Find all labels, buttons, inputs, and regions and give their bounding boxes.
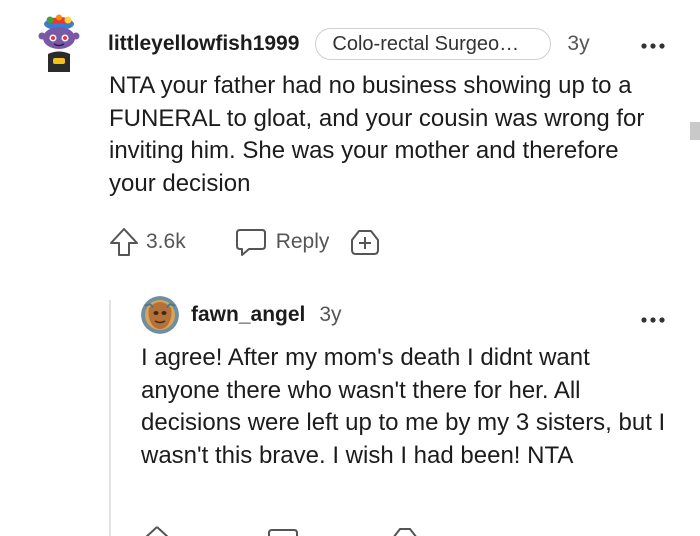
user-flair: Colo-rectal Surgeo… <box>315 28 552 60</box>
reply-timestamp[interactable]: 3y <box>319 303 341 327</box>
comment-author[interactable]: littleyellowfish1999 <box>108 32 299 56</box>
reply-header: fawn_angel 3y <box>191 298 342 332</box>
comment-header: littleyellowfish1999 Colo-rectal Surgeo…… <box>108 26 590 62</box>
comment-timestamp[interactable]: 3y <box>567 32 589 56</box>
ellipsis-icon <box>641 43 665 49</box>
comment-bubble-icon[interactable] <box>266 524 300 536</box>
snoo-avatar-icon <box>38 14 80 72</box>
comment-bubble-icon <box>235 229 266 256</box>
scrollbar-thumb[interactable] <box>690 122 700 140</box>
comment-actions: 3.6k Reply <box>108 224 381 260</box>
reply-author[interactable]: fawn_angel <box>191 303 305 327</box>
award-plus-icon[interactable] <box>390 524 420 536</box>
award-plus-icon <box>351 230 380 255</box>
reply-actions <box>140 524 420 536</box>
comment-body: NTA your father had no business showing … <box>109 72 645 197</box>
reply-body: I agree! After my mom's death I didnt wa… <box>141 344 666 469</box>
reply-more-button[interactable] <box>640 308 666 328</box>
upvote-arrow-icon[interactable] <box>142 524 172 536</box>
award-button[interactable] <box>349 226 381 258</box>
ellipsis-icon <box>641 317 665 323</box>
reply-button[interactable]: Reply <box>234 227 330 257</box>
profile-picture-icon <box>141 296 179 334</box>
thread-line[interactable] <box>109 300 111 536</box>
upvote-arrow-icon <box>110 228 138 256</box>
upvote-button[interactable]: 3.6k <box>108 226 186 258</box>
comment-thread: littleyellowfish1999 Colo-rectal Surgeo…… <box>0 0 700 536</box>
reply-label: Reply <box>275 230 330 253</box>
comment-more-button[interactable] <box>640 34 666 54</box>
vote-count: 3.6k <box>146 230 186 253</box>
user-avatar[interactable] <box>36 14 82 74</box>
reply-avatar[interactable] <box>141 296 179 334</box>
